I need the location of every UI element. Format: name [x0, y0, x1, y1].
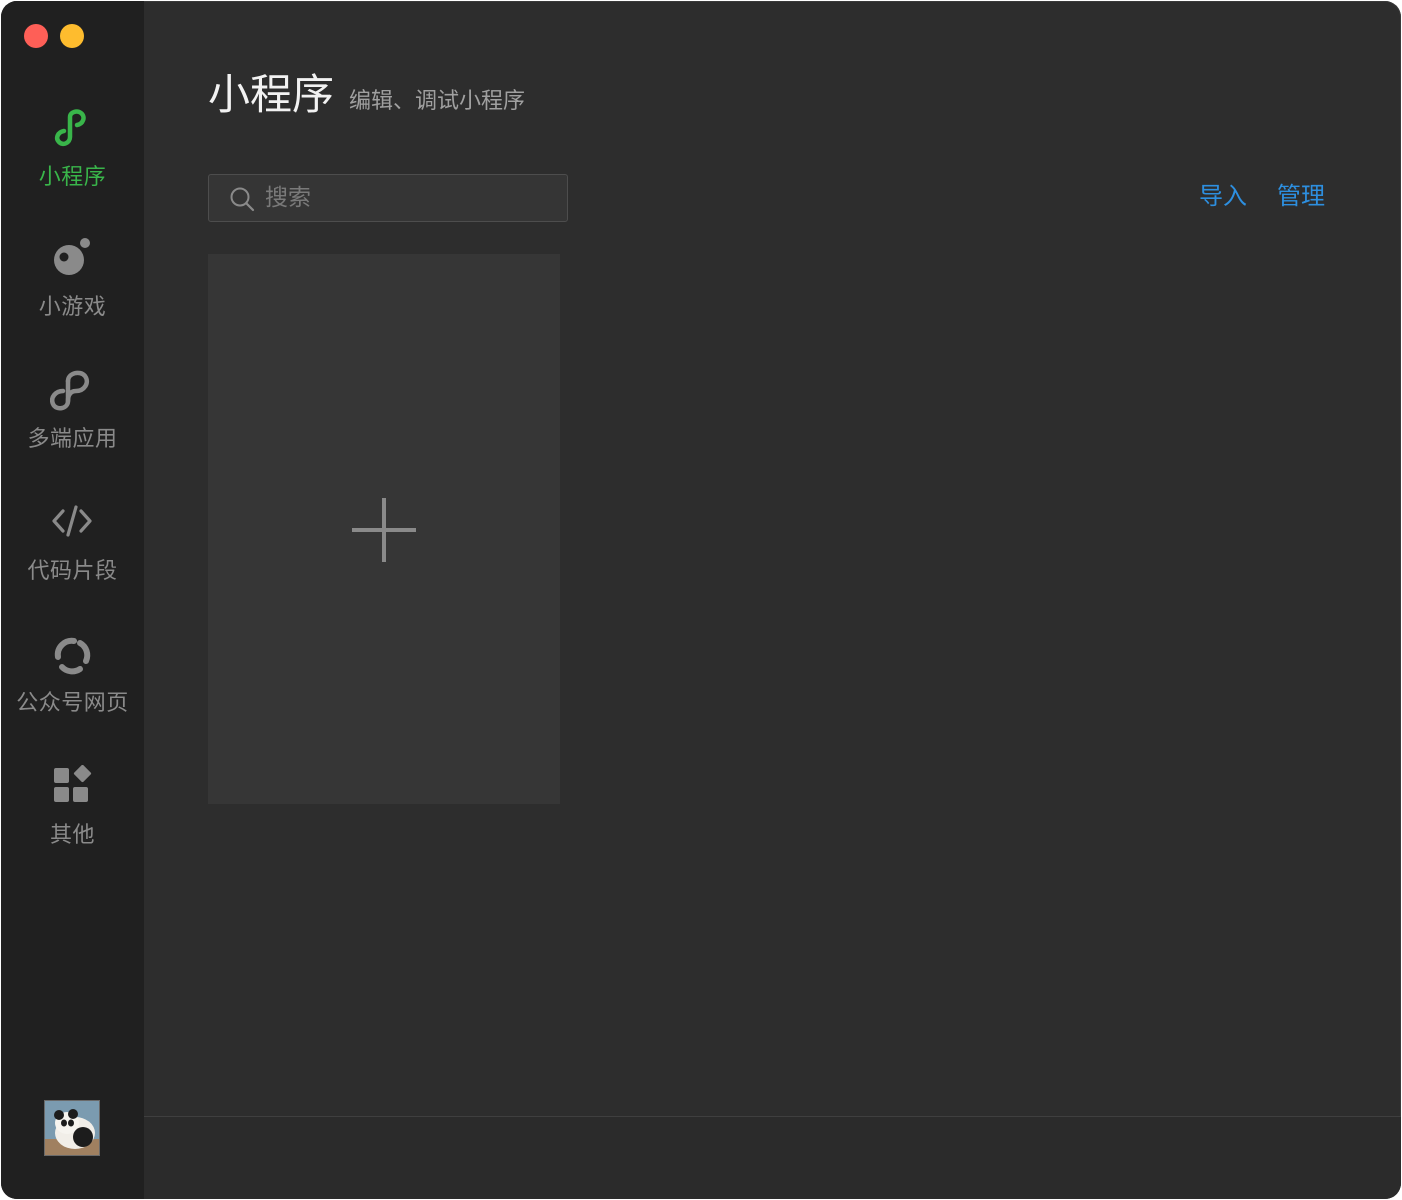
sidebar: 小程序 小游戏 多端应用 代码片段 公众号网页 其他 [1, 1, 144, 1199]
miniprogram-icon [54, 109, 86, 147]
sidebar-item-official-account[interactable]: 公众号网页 [1, 633, 144, 743]
sidebar-item-multiplatform[interactable]: 多端应用 [1, 369, 144, 479]
search-box[interactable] [208, 174, 568, 222]
minigame-icon [54, 238, 90, 275]
sidebar-item-other[interactable]: 其他 [1, 765, 144, 875]
sidebar-item-label: 其他 [49, 823, 95, 848]
plus-icon [352, 498, 416, 562]
new-project-card[interactable] [208, 254, 560, 804]
minimize-window-button[interactable] [60, 24, 84, 48]
search-input[interactable] [265, 181, 555, 215]
close-window-button[interactable] [24, 24, 48, 48]
sidebar-item-label: 多端应用 [27, 427, 118, 452]
page-title: 小程序 [208, 70, 335, 119]
code-icon [52, 505, 92, 537]
manage-button[interactable]: 管理 [1277, 179, 1325, 213]
import-button[interactable]: 导入 [1199, 179, 1247, 213]
search-icon [230, 187, 255, 212]
sidebar-item-code-snippets[interactable]: 代码片段 [1, 501, 144, 611]
user-avatar-image [45, 1101, 99, 1155]
multiplatform-icon [50, 370, 90, 411]
apps-grid-icon [54, 765, 92, 802]
app-window: 小程序 小游戏 多端应用 代码片段 公众号网页 其他 小程序 编辑、调试小程序 … [1, 1, 1401, 1199]
sidebar-item-label: 公众号网页 [16, 691, 129, 716]
sidebar-item-label: 小程序 [38, 165, 107, 190]
page-subtitle: 编辑、调试小程序 [349, 89, 526, 114]
sidebar-item-minigame[interactable]: 小游戏 [1, 237, 144, 347]
avatar[interactable] [44, 1100, 100, 1156]
official-account-icon [54, 637, 91, 675]
sidebar-item-miniprogram[interactable]: 小程序 [1, 107, 144, 217]
footer-bar [144, 1117, 1401, 1199]
sidebar-item-label: 代码片段 [27, 559, 118, 584]
sidebar-item-label: 小游戏 [38, 295, 107, 320]
